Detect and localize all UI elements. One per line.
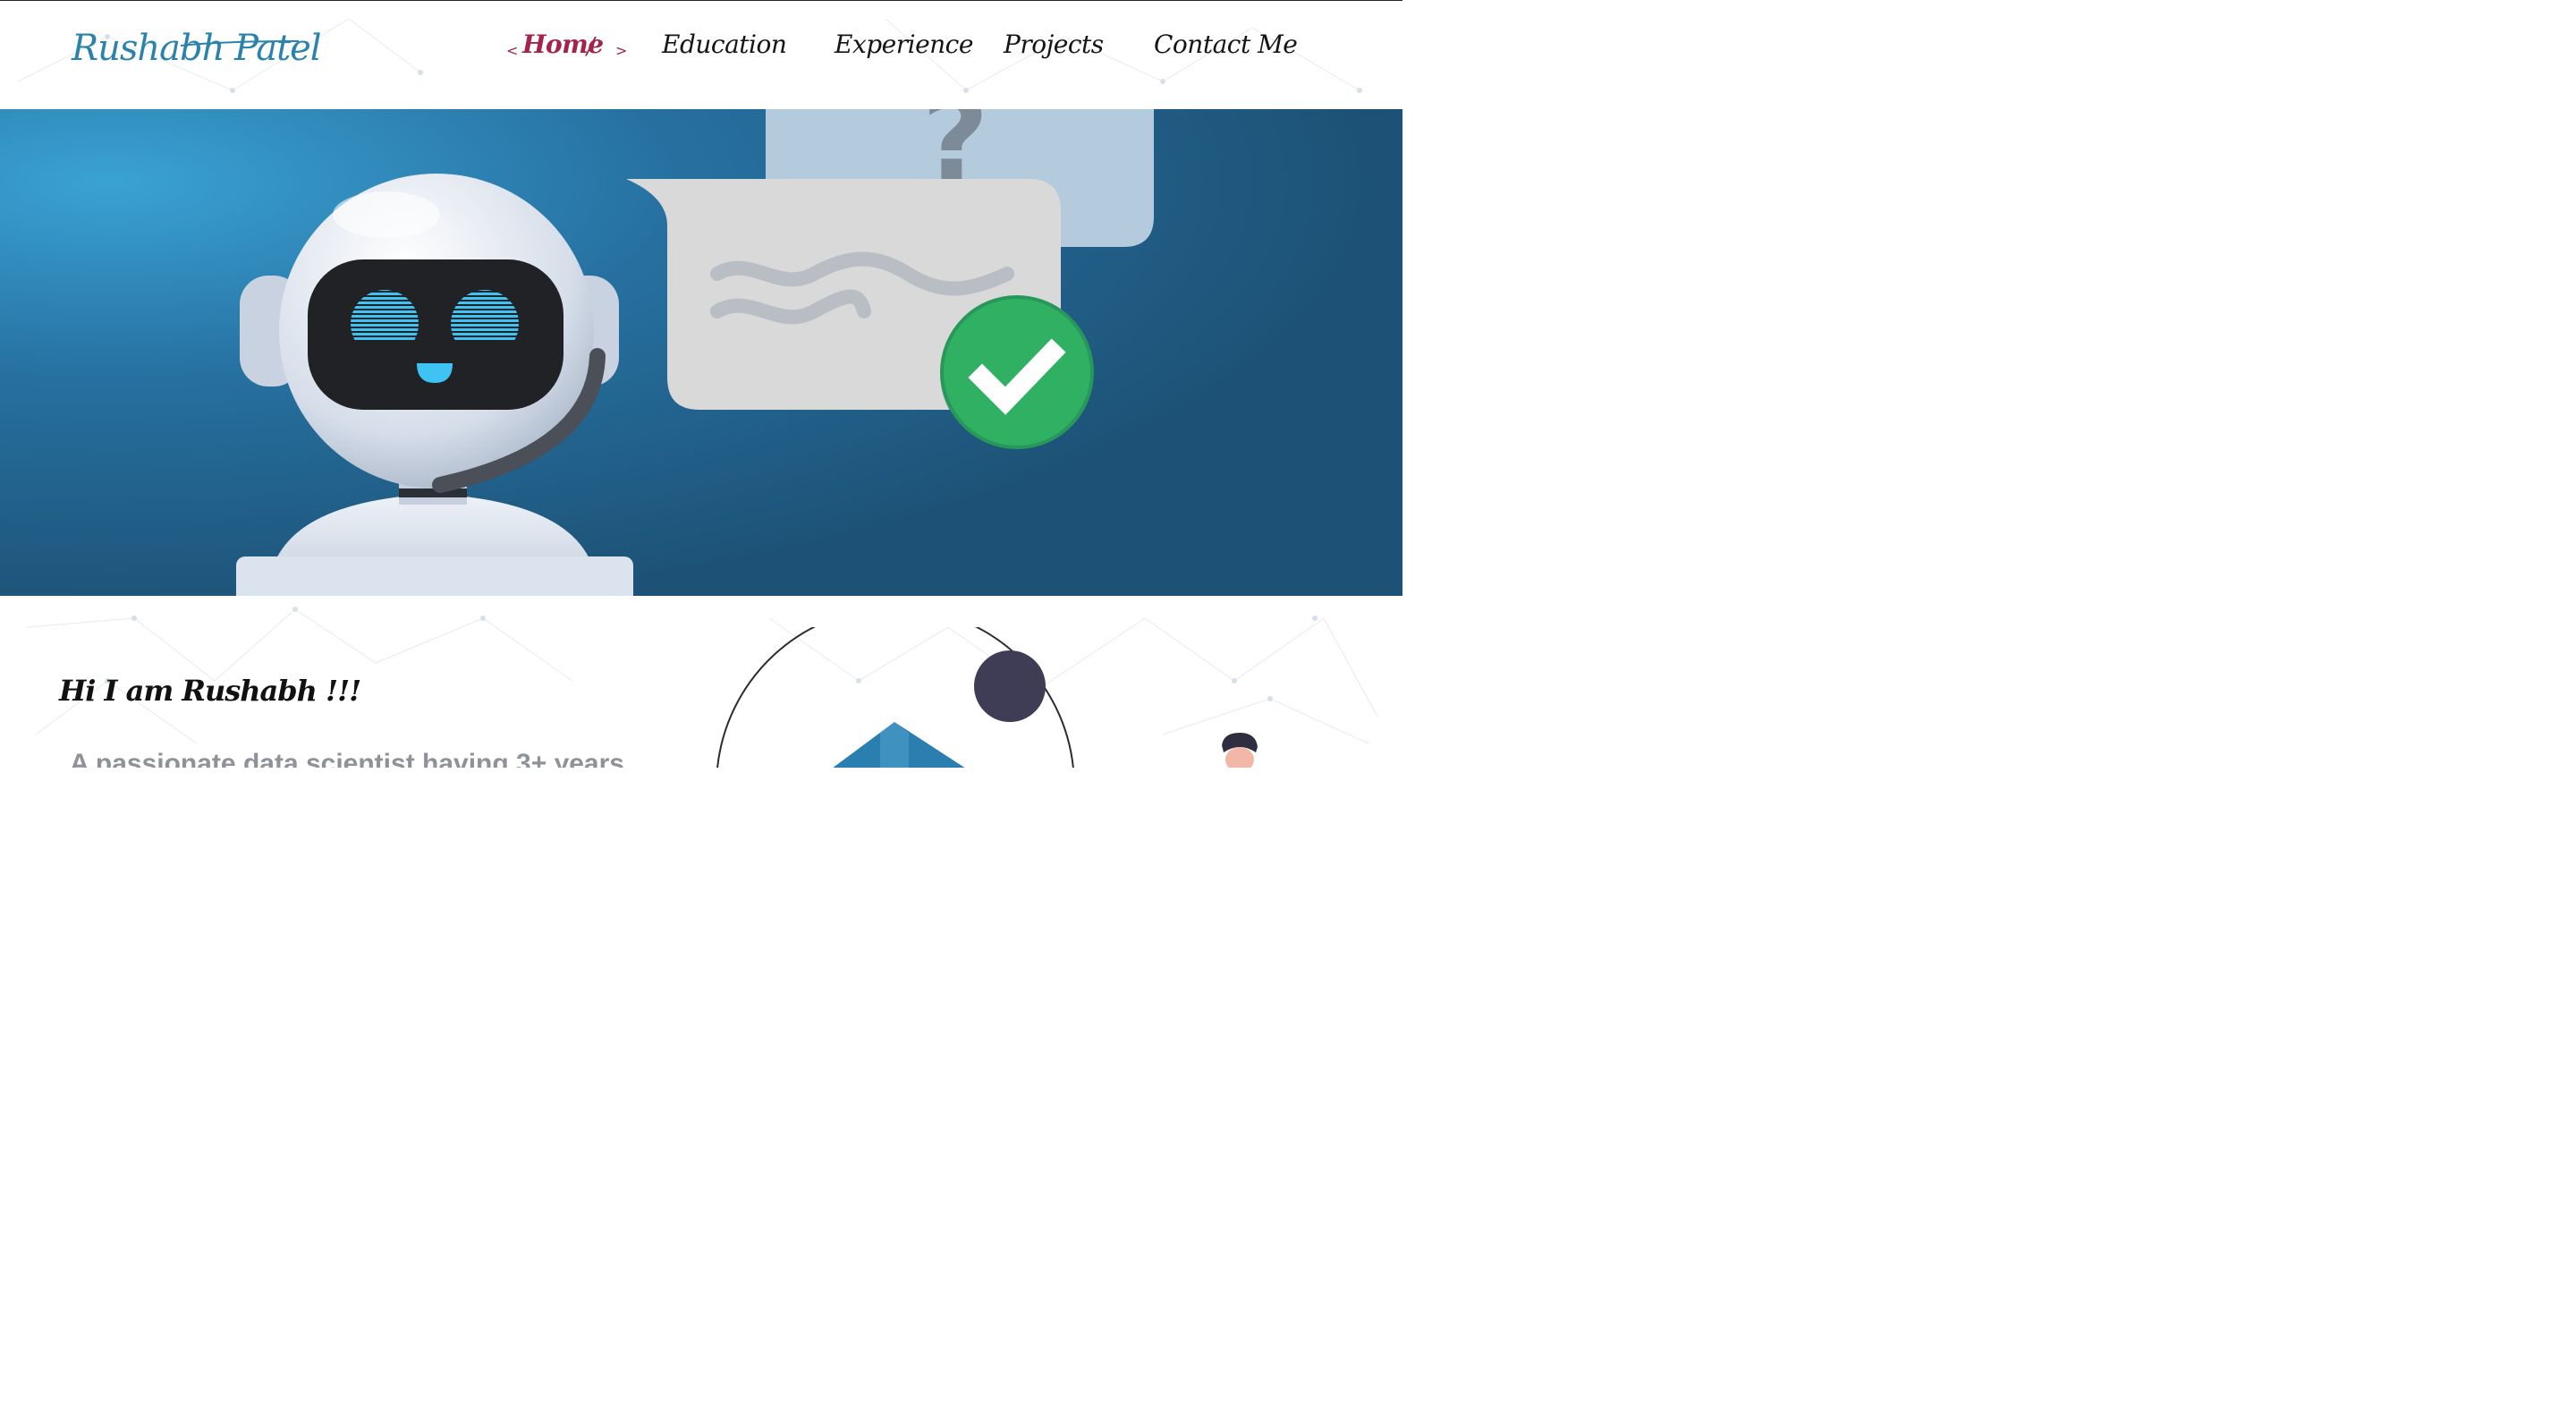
- hero-illustration: ?: [0, 109, 1402, 596]
- intro-illustration: [716, 627, 1258, 768]
- nav-contact-me[interactable]: Contact Me: [1154, 30, 1298, 59]
- nav-projects[interactable]: Projects: [1004, 30, 1104, 59]
- nav-education[interactable]: Education: [662, 30, 787, 59]
- logo-swash: [180, 40, 300, 47]
- hero-banner: ?: [0, 109, 1402, 596]
- check-badge-icon: [940, 295, 1094, 451]
- planet-icon: [974, 650, 1046, 722]
- active-suffix-chevron: >: [615, 42, 628, 59]
- page: Rushabh Patel < Home / > Education Exper…: [0, 0, 1402, 768]
- intro-tagline: A passionate data scientist having 3+ ye…: [70, 749, 624, 768]
- top-navbar: Rushabh Patel < Home / > Education Exper…: [0, 1, 1402, 109]
- nav-experience[interactable]: Experience: [835, 30, 973, 59]
- greeting-heading: Hi I am Rushabh !!!: [59, 674, 361, 708]
- brand-logo[interactable]: Rushabh Patel: [72, 28, 322, 69]
- active-prefix-chevron: <: [506, 42, 519, 59]
- active-slash: /: [587, 33, 595, 60]
- person-avatar-icon: [1222, 733, 1258, 768]
